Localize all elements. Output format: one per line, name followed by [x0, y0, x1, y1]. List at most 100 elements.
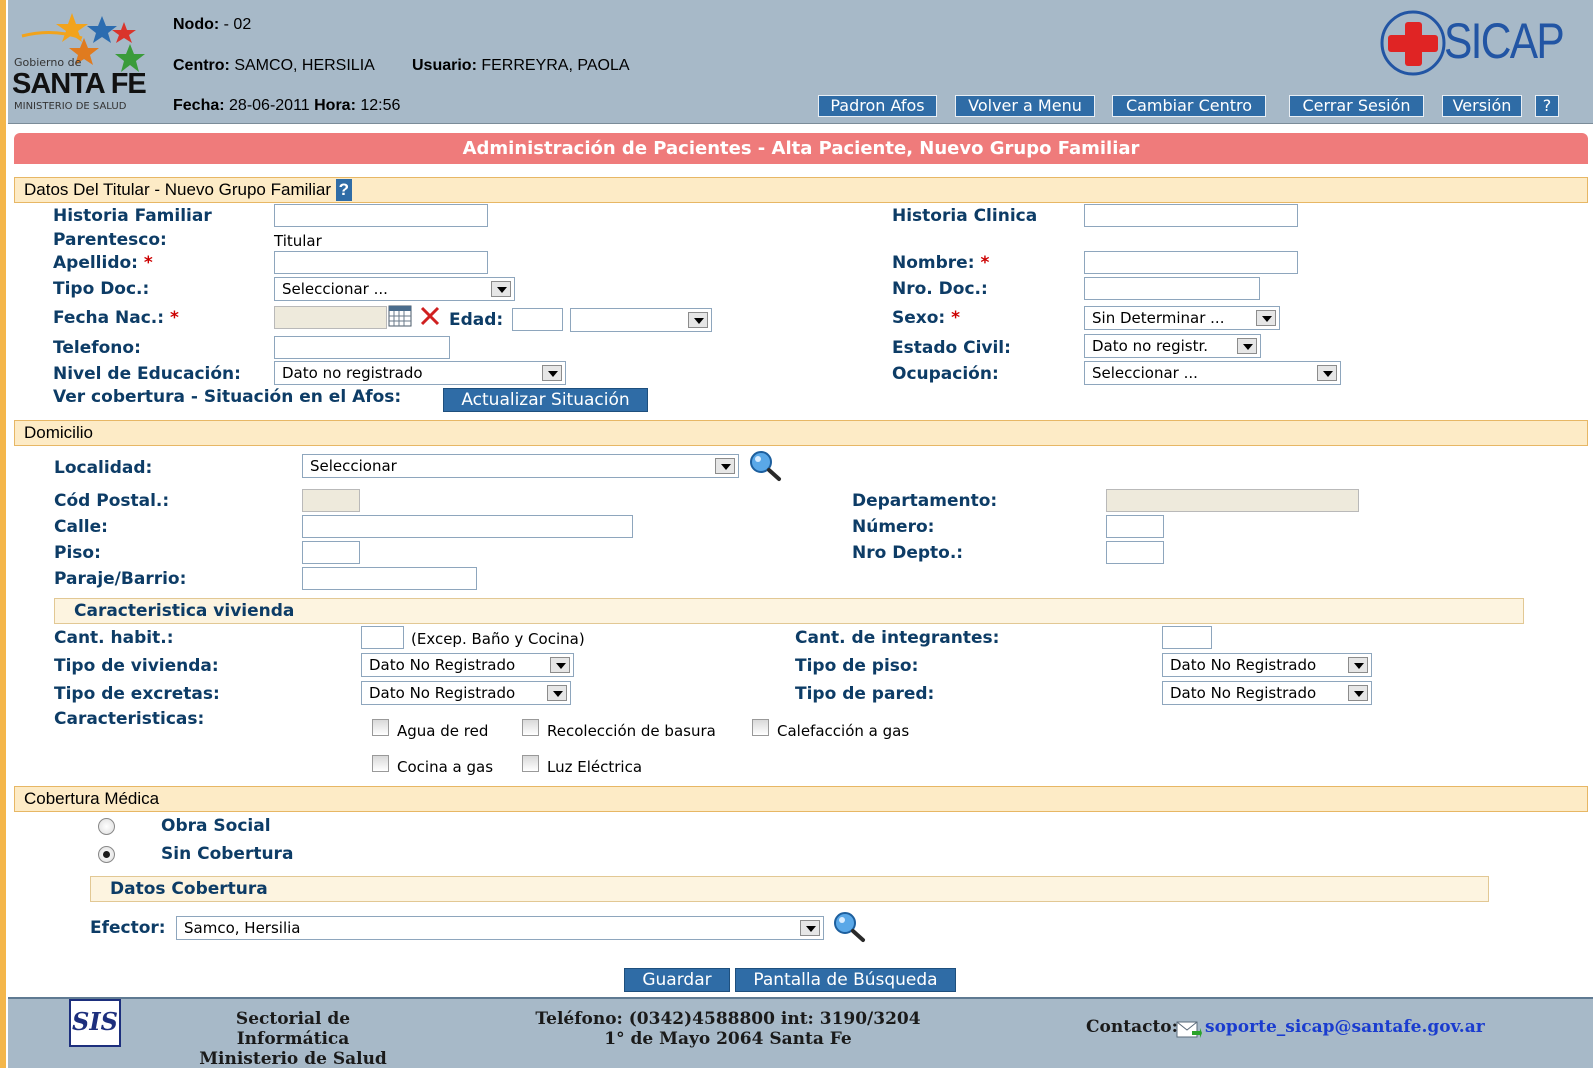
search-localidad-icon[interactable] [748, 449, 782, 483]
localidad-label: Localidad: [54, 458, 153, 478]
chevron-down-icon[interactable] [688, 312, 708, 328]
chevron-down-icon[interactable] [1348, 657, 1368, 673]
search-efector-icon[interactable] [832, 910, 866, 944]
sexo-select[interactable]: Sin Determinar ... [1084, 306, 1280, 330]
fecha-label: Fecha: [173, 97, 225, 114]
cant-habit-input[interactable] [361, 626, 404, 649]
chevron-down-icon[interactable] [491, 281, 511, 297]
fecha-nac-label: Fecha Nac.: * [53, 308, 179, 328]
hora-label: Hora: [314, 97, 356, 114]
departamento-input[interactable] [1106, 489, 1359, 512]
nro-depto-input[interactable] [1106, 541, 1164, 564]
numero-label: Número: [852, 517, 935, 537]
tipo-vivienda-value: Dato No Registrado [369, 656, 516, 674]
centro-info: Centro: SAMCO, HERSILIA [173, 57, 375, 75]
chevron-down-icon[interactable] [1348, 685, 1368, 701]
nombre-required-marker: * [980, 253, 990, 273]
chevron-down-icon[interactable] [1317, 365, 1337, 381]
nombre-input[interactable] [1084, 251, 1298, 274]
apellido-input[interactable] [274, 251, 488, 274]
nro-depto-label: Nro Depto.: [852, 543, 964, 563]
clear-date-icon[interactable] [419, 305, 441, 327]
domicilio-section-header: Domicilio [14, 420, 1588, 446]
sexo-label-text: Sexo: [892, 308, 946, 328]
centro-value: SAMCO, HERSILIA [229, 57, 375, 74]
help-button[interactable]: ? [1535, 95, 1559, 117]
version-button[interactable]: Versión [1442, 95, 1522, 117]
calle-label: Calle: [54, 517, 108, 537]
chevron-down-icon[interactable] [715, 458, 735, 474]
pantalla-busqueda-button[interactable]: Pantalla de Búsqueda [735, 968, 956, 992]
efector-select[interactable]: Samco, Hersilia [176, 916, 824, 940]
guardar-button[interactable]: Guardar [624, 968, 730, 992]
actualizar-situacion-button[interactable]: Actualizar Situación [443, 388, 648, 412]
paraje-input[interactable] [302, 567, 477, 590]
calle-input[interactable] [302, 515, 633, 538]
cant-habit-label: Cant. habit.: [54, 628, 174, 648]
tipo-piso-select[interactable]: Dato No Registrado [1162, 653, 1372, 677]
ocupacion-select[interactable]: Seleccionar ... [1084, 361, 1341, 385]
tipo-pared-label: Tipo de pared: [795, 684, 935, 704]
tipo-excretas-label: Tipo de excretas: [54, 684, 220, 704]
agua-red-checkbox[interactable] [372, 719, 389, 736]
cambiar-centro-button[interactable]: Cambiar Centro [1112, 95, 1266, 117]
padron-afos-button[interactable]: Padron Afos [818, 95, 937, 117]
sin-cobertura-radio[interactable] [98, 846, 115, 863]
luz-electrica-checkbox[interactable] [522, 755, 539, 772]
fecha-nac-input[interactable] [274, 306, 387, 329]
volver-menu-button[interactable]: Volver a Menu [955, 95, 1095, 117]
tipo-pared-value: Dato No Registrado [1170, 684, 1317, 702]
tipo-pared-select[interactable]: Dato No Registrado [1162, 681, 1372, 705]
logo-line3: MINISTERIO DE SALUD [14, 101, 127, 112]
chevron-down-icon[interactable] [542, 365, 562, 381]
header: Gobierno de SANTA FE MINISTERIO DE SALUD… [8, 0, 1593, 124]
edad-input[interactable] [512, 308, 563, 331]
nro-doc-label: Nro. Doc.: [892, 279, 988, 299]
obra-social-radio[interactable] [98, 818, 115, 835]
cerrar-sesion-button[interactable]: Cerrar Sesión [1289, 95, 1424, 117]
edad-label: Edad: [449, 310, 504, 330]
caracteristicas-label: Caracteristicas: [54, 709, 205, 729]
chevron-down-icon[interactable] [800, 920, 820, 936]
calefaccion-gas-label: Calefacción a gas [777, 722, 910, 740]
historia-clinica-input[interactable] [1084, 204, 1298, 227]
titular-help-icon[interactable]: ? [335, 179, 352, 201]
page-title: Administración de Pacientes - Alta Pacie… [14, 133, 1588, 164]
fecha-info: Fecha: 28-06-2011 Hora: 12:56 [173, 97, 400, 115]
usuario-info: Usuario: FERREYRA, PAOLA [412, 57, 630, 75]
chevron-down-icon[interactable] [547, 685, 567, 701]
historia-familiar-input[interactable] [274, 204, 488, 227]
calefaccion-gas-checkbox[interactable] [752, 719, 769, 736]
piso-input[interactable] [302, 541, 360, 564]
ver-cobertura-label: Ver cobertura - Situación en el Afos: [53, 387, 402, 407]
recoleccion-basura-checkbox[interactable] [522, 719, 539, 736]
cocina-gas-checkbox[interactable] [372, 755, 389, 772]
chevron-down-icon[interactable] [1256, 310, 1276, 326]
tipo-vivienda-select[interactable]: Dato No Registrado [361, 653, 574, 677]
edad-unit-select[interactable] [570, 308, 712, 332]
chevron-down-icon[interactable] [1237, 338, 1257, 354]
piso-label: Piso: [54, 543, 101, 563]
cant-integrantes-input[interactable] [1162, 626, 1212, 649]
departamento-label: Departamento: [852, 491, 998, 511]
contact-email-link[interactable]: soporte_sicap@santafe.gov.ar [1205, 1017, 1485, 1037]
telefono-input[interactable] [274, 336, 450, 359]
localidad-select[interactable]: Seleccionar [302, 454, 739, 478]
tipo-excretas-select[interactable]: Dato No Registrado [361, 681, 571, 705]
estado-civil-select[interactable]: Dato no registr. [1084, 334, 1261, 358]
cod-postal-input[interactable] [302, 489, 360, 512]
sexo-value: Sin Determinar ... [1092, 309, 1225, 327]
nro-doc-input[interactable] [1084, 277, 1260, 300]
tipo-doc-select[interactable]: Seleccionar ... [274, 277, 515, 301]
tipo-piso-label: Tipo de piso: [795, 656, 919, 676]
apellido-label-text: Apellido: [53, 253, 138, 273]
nivel-educacion-label: Nivel de Educación: [53, 364, 241, 384]
calendar-icon[interactable] [388, 305, 412, 327]
sicap-brand: SICAP [1444, 13, 1565, 69]
nombre-label: Nombre: * [892, 253, 989, 273]
telefono-line2: 1° de Mayo 2064 Santa Fe [604, 1029, 852, 1049]
numero-input[interactable] [1106, 515, 1164, 538]
apellido-required-marker: * [143, 253, 153, 273]
nivel-educacion-select[interactable]: Dato no registrado [274, 361, 566, 385]
chevron-down-icon[interactable] [550, 657, 570, 673]
